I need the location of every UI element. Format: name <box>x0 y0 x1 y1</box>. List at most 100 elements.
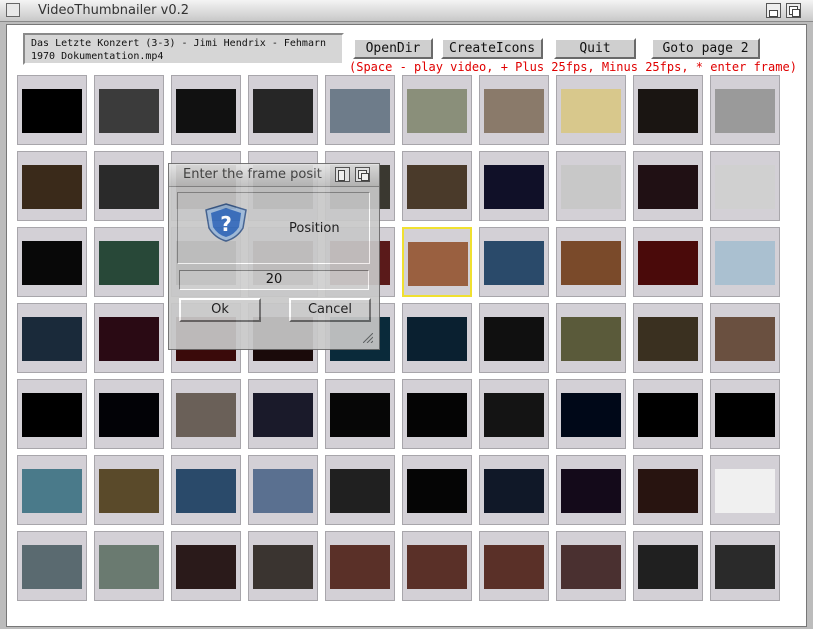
video-thumbnail[interactable] <box>556 75 626 145</box>
dialog-maximize-icon[interactable] <box>355 167 370 182</box>
video-thumbnail[interactable] <box>17 379 87 449</box>
video-thumbnail[interactable] <box>94 455 164 525</box>
video-thumbnail[interactable] <box>94 531 164 601</box>
video-thumbnail[interactable] <box>710 75 780 145</box>
thumbnail-frame <box>176 89 236 133</box>
video-thumbnail[interactable] <box>17 303 87 373</box>
keyboard-hint: (Space - play video, + Plus 25fps, Minus… <box>349 60 797 74</box>
video-thumbnail[interactable] <box>248 455 318 525</box>
video-thumbnail[interactable] <box>633 455 703 525</box>
thumbnail-frame <box>22 89 82 133</box>
thumbnail-frame <box>561 545 621 589</box>
video-thumbnail[interactable] <box>17 227 87 297</box>
video-thumbnail[interactable] <box>633 75 703 145</box>
video-thumbnail[interactable] <box>556 303 626 373</box>
video-thumbnail[interactable] <box>710 455 780 525</box>
video-thumbnail[interactable] <box>633 151 703 221</box>
thumbnail-frame <box>638 317 698 361</box>
video-thumbnail[interactable] <box>633 227 703 297</box>
video-thumbnail[interactable] <box>402 531 472 601</box>
video-thumbnail[interactable] <box>556 455 626 525</box>
dialog-title-bar[interactable]: Enter the frame positi <box>169 164 379 187</box>
cancel-button[interactable]: Cancel <box>289 298 371 322</box>
createicons-button[interactable]: CreateIcons <box>441 38 543 59</box>
resize-grip-icon[interactable] <box>363 333 373 343</box>
thumbnail-frame <box>176 393 236 437</box>
video-thumbnail[interactable] <box>479 379 549 449</box>
video-thumbnail[interactable] <box>633 379 703 449</box>
video-thumbnail[interactable] <box>171 75 241 145</box>
video-thumbnail[interactable] <box>171 531 241 601</box>
thumbnail-frame <box>407 165 467 209</box>
thumbnail-frame <box>407 469 467 513</box>
thumbnail-frame <box>99 89 159 133</box>
video-thumbnail[interactable] <box>94 379 164 449</box>
thumbnail-frame <box>561 165 621 209</box>
video-thumbnail[interactable] <box>479 531 549 601</box>
video-thumbnail[interactable] <box>556 379 626 449</box>
video-thumbnail[interactable] <box>94 227 164 297</box>
video-thumbnail[interactable] <box>325 531 395 601</box>
thumbnail-frame <box>407 545 467 589</box>
video-thumbnail[interactable] <box>402 151 472 221</box>
video-thumbnail[interactable] <box>402 227 472 297</box>
thumbnail-frame <box>638 393 698 437</box>
video-thumbnail[interactable] <box>94 151 164 221</box>
video-thumbnail[interactable] <box>479 227 549 297</box>
video-thumbnail[interactable] <box>633 303 703 373</box>
ok-button[interactable]: Ok <box>179 298 261 322</box>
maximize-icon[interactable] <box>786 3 801 18</box>
video-thumbnail[interactable] <box>479 75 549 145</box>
video-thumbnail[interactable] <box>94 75 164 145</box>
video-thumbnail[interactable] <box>556 227 626 297</box>
thumbnail-frame <box>99 317 159 361</box>
window-menu-icon[interactable] <box>6 3 20 17</box>
video-thumbnail[interactable] <box>479 303 549 373</box>
video-thumbnail[interactable] <box>325 75 395 145</box>
dialog-minimize-icon[interactable] <box>335 167 350 182</box>
video-thumbnail[interactable] <box>710 227 780 297</box>
video-thumbnail[interactable] <box>248 379 318 449</box>
position-input[interactable]: 20 <box>179 270 369 290</box>
video-thumbnail[interactable] <box>171 455 241 525</box>
video-thumbnail[interactable] <box>171 379 241 449</box>
video-thumbnail[interactable] <box>17 455 87 525</box>
video-thumbnail[interactable] <box>402 75 472 145</box>
thumbnail-frame <box>715 317 775 361</box>
thumbnail-frame <box>22 317 82 361</box>
video-thumbnail[interactable] <box>17 75 87 145</box>
video-thumbnail[interactable] <box>325 379 395 449</box>
video-thumbnail[interactable] <box>248 75 318 145</box>
video-thumbnail[interactable] <box>17 531 87 601</box>
thumbnail-frame <box>407 317 467 361</box>
video-thumbnail[interactable] <box>402 379 472 449</box>
filename-display: Das Letzte Konzert (3-3) - Jimi Hendrix … <box>23 33 344 65</box>
thumbnail-frame <box>715 393 775 437</box>
video-thumbnail[interactable] <box>325 455 395 525</box>
video-thumbnail[interactable] <box>479 151 549 221</box>
video-thumbnail[interactable] <box>710 303 780 373</box>
thumbnail-frame <box>330 393 390 437</box>
thumbnail-frame <box>22 469 82 513</box>
video-thumbnail[interactable] <box>248 531 318 601</box>
video-thumbnail[interactable] <box>94 303 164 373</box>
video-thumbnail[interactable] <box>633 531 703 601</box>
video-thumbnail[interactable] <box>479 455 549 525</box>
video-thumbnail[interactable] <box>17 151 87 221</box>
video-thumbnail[interactable] <box>556 531 626 601</box>
thumbnail-frame <box>22 545 82 589</box>
video-thumbnail[interactable] <box>710 531 780 601</box>
video-thumbnail[interactable] <box>710 151 780 221</box>
minimize-icon[interactable] <box>766 3 781 18</box>
video-thumbnail[interactable] <box>402 303 472 373</box>
window-title: VideoThumbnailer v0.2 <box>38 3 190 18</box>
goto-page-button[interactable]: Goto page 2 <box>651 38 760 59</box>
video-thumbnail[interactable] <box>556 151 626 221</box>
thumbnail-frame <box>715 469 775 513</box>
opendir-button[interactable]: OpenDir <box>353 38 433 59</box>
video-thumbnail[interactable] <box>710 379 780 449</box>
quit-button[interactable]: Quit <box>554 38 636 59</box>
video-thumbnail[interactable] <box>402 455 472 525</box>
frame-position-dialog: Enter the frame positi ? Position 20 Ok … <box>168 163 380 350</box>
thumbnail-frame <box>99 165 159 209</box>
